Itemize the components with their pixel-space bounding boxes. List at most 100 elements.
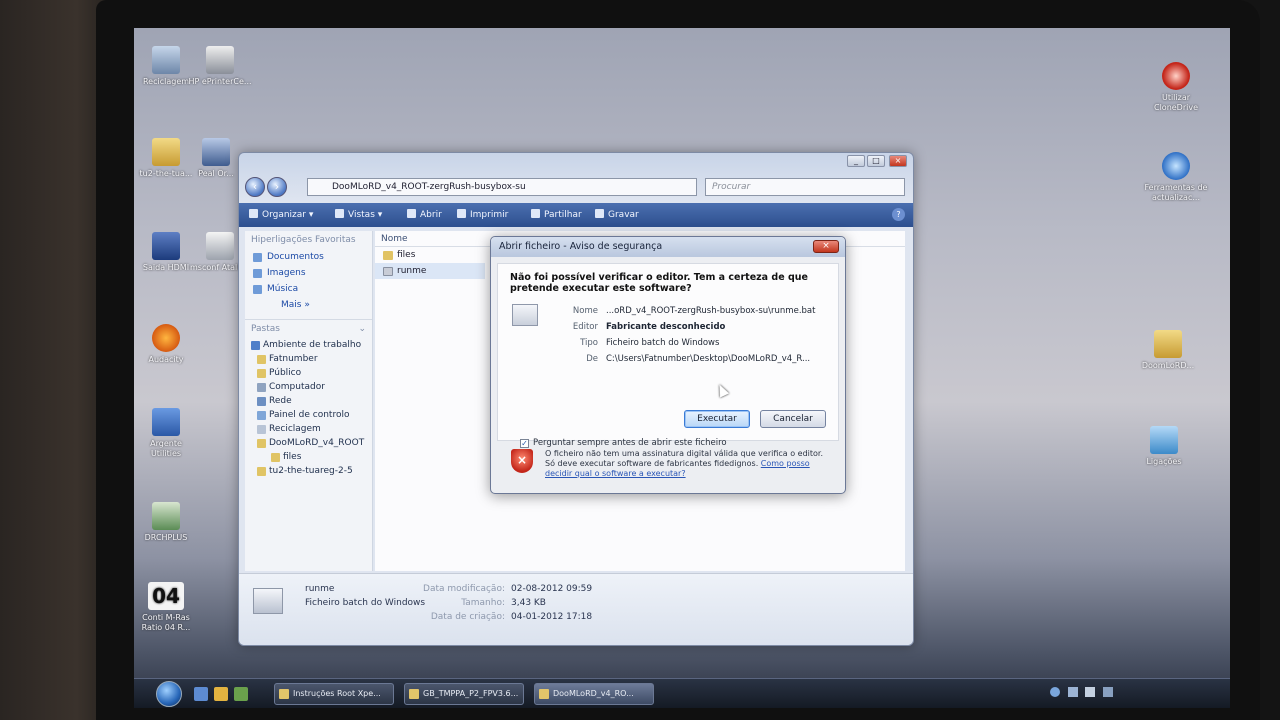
desktop-icon-update-tools[interactable]: Ferramentas de actualizac... [1144, 152, 1208, 203]
user-folder-icon [257, 355, 266, 364]
back-button[interactable]: ‹ [245, 177, 265, 197]
burn-button[interactable]: Gravar [595, 209, 639, 220]
desktop-icon-audacity[interactable]: Audacity [134, 324, 198, 365]
desktop-icon-links[interactable]: Ligações [1132, 426, 1196, 467]
network-icon [257, 397, 266, 406]
run-button[interactable]: Executar [684, 410, 750, 428]
computer-icon [257, 383, 266, 392]
desktop-icon-calendar[interactable]: 04 Conti M-Ras Ratio 04 R... [134, 582, 198, 633]
created-label: Data de criação: [430, 612, 505, 622]
calendar-icon: 04 [148, 582, 184, 610]
tree-item-computer[interactable]: Computador [245, 380, 372, 394]
search-placeholder: Procurar [712, 182, 751, 192]
tree-item-control-panel[interactable]: Painel de controlo [245, 408, 372, 422]
tree-item-files[interactable]: files [245, 450, 372, 464]
organize-button[interactable]: Organizar ▾ [249, 209, 313, 220]
tree-label: Ambiente de trabalho [263, 340, 362, 350]
folder-icon [383, 251, 393, 260]
tree-item-user[interactable]: Fatnumber [245, 352, 372, 366]
folder-icon [271, 453, 280, 462]
file-name: runme [397, 266, 427, 276]
share-label: Partilhar [544, 210, 582, 220]
dialog-titlebar[interactable]: Abrir ficheiro - Aviso de segurança × [491, 237, 845, 257]
tree-label: Fatnumber [269, 354, 318, 364]
tree-item-public[interactable]: Público [245, 366, 372, 380]
help-icon[interactable]: ? [892, 208, 905, 221]
tree-item-doomlord[interactable]: DooMLoRD_v4_ROOT [245, 436, 372, 450]
taskbar-item-label: DooMLoRD_v4_RO... [553, 689, 634, 698]
size-value: 3,43 KB [511, 598, 546, 608]
burn-label: Gravar [608, 210, 639, 220]
detail-name: runme [305, 584, 335, 594]
desktop-icon-clonedrive[interactable]: Utilizar CloneDrive [1144, 62, 1208, 113]
globe-icon [1162, 152, 1190, 180]
dialog-close-button[interactable]: × [813, 240, 839, 253]
organize-label: Organizar [262, 210, 306, 220]
desktop-icon-label: Peal Or... [198, 169, 234, 178]
desktop-icon [251, 341, 260, 350]
favorites-title: Hiperligações Favoritas [251, 235, 356, 245]
search-input[interactable]: Procurar [705, 178, 905, 196]
quick-launch-icon[interactable] [234, 687, 248, 701]
open-icon [407, 209, 416, 218]
folder-icon [152, 138, 180, 166]
desktop-icon-doomlord-folder[interactable]: DoomLoRD... [1136, 330, 1200, 371]
print-label: Imprimir [470, 210, 509, 220]
desktop-icon-label: Utilizar CloneDrive [1153, 93, 1199, 112]
folders-title[interactable]: Pastas ⌄ [245, 319, 372, 338]
folder-icon [257, 467, 266, 476]
burn-disc-icon [595, 209, 604, 218]
views-button[interactable]: Vistas ▾ [335, 209, 382, 220]
forward-button[interactable]: › [267, 177, 287, 197]
battery-icon[interactable] [1085, 687, 1096, 697]
cancel-button[interactable]: Cancelar [760, 410, 826, 428]
taskbar-item[interactable]: GB_TMPPA_P2_FPV3.6... [404, 683, 524, 705]
taskbar-item-label: Instruções Root Xpe... [293, 689, 381, 698]
folders-label: Pastas [251, 324, 280, 334]
tree-label: tu2-the-tuareg-2-5 [269, 466, 353, 476]
file-icon [512, 304, 538, 326]
shortcut-icon [206, 232, 234, 260]
print-button[interactable]: Imprimir [457, 209, 508, 220]
quick-launch-icon[interactable] [214, 687, 228, 701]
open-button[interactable]: Abrir [407, 209, 442, 220]
taskbar-item[interactable]: DooMLoRD_v4_RO... [534, 683, 654, 705]
desktop-icon-hp-eprinter[interactable]: HP ePrinterCe... [188, 46, 252, 87]
desktop-icon-drchplus[interactable]: DRCHPLUS [134, 502, 198, 543]
list-item[interactable]: files [375, 247, 485, 263]
taskbar-item-label: GB_TMPPA_P2_FPV3.6... [423, 689, 519, 698]
desktop-icon-label: DRCHPLUS [144, 533, 188, 542]
favorite-pictures[interactable]: Imagens [245, 265, 372, 281]
tree-item-desktop[interactable]: Ambiente de trabalho [245, 338, 372, 352]
favorite-more[interactable]: Mais » [245, 297, 372, 313]
share-button[interactable]: Partilhar [531, 209, 582, 220]
tree-item-recycle-bin[interactable]: Reciclagem [245, 422, 372, 436]
start-button[interactable] [156, 681, 182, 707]
maximize-button[interactable]: □ [867, 155, 885, 167]
security-warning-dialog: Abrir ficheiro - Aviso de segurança × Nã… [490, 236, 846, 494]
minimize-button[interactable]: _ [847, 155, 865, 167]
desktop-icon-label: Conti M-Ras Ratio 04 R... [141, 613, 191, 632]
window-titlebar[interactable]: _ □ × [239, 153, 913, 175]
favorite-label: Imagens [267, 268, 306, 278]
tray-icon[interactable] [1102, 687, 1113, 697]
system-tray[interactable] [1050, 687, 1200, 701]
quick-launch-icon[interactable] [194, 687, 208, 701]
desktop-icon-label: Ferramentas de actualizac... [1144, 183, 1208, 202]
close-button[interactable]: × [889, 155, 907, 167]
favorite-music[interactable]: Música [245, 281, 372, 297]
favorite-documents[interactable]: Documentos [245, 249, 372, 265]
recycle-bin-icon [257, 425, 266, 434]
desktop-icon-argente[interactable]: Argente Utilities [134, 408, 198, 459]
dialog-question: Não foi possível verificar o editor. Tem… [510, 272, 808, 294]
taskbar-item[interactable]: Instruções Root Xpe... [274, 683, 394, 705]
chevron-down-icon: ⌄ [358, 324, 366, 334]
list-item[interactable]: runme [375, 263, 485, 279]
desktop-icon-label: Ligações [1146, 457, 1182, 466]
volume-icon[interactable] [1067, 687, 1078, 697]
network-icon[interactable] [1050, 687, 1060, 697]
tree-item-tu2[interactable]: tu2-the-tuareg-2-5 [245, 464, 372, 478]
prop-label-type: Tipo [580, 338, 598, 348]
tree-item-network[interactable]: Rede [245, 394, 372, 408]
address-bar[interactable]: DooMLoRD_v4_ROOT-zergRush-busybox-su [307, 178, 697, 196]
